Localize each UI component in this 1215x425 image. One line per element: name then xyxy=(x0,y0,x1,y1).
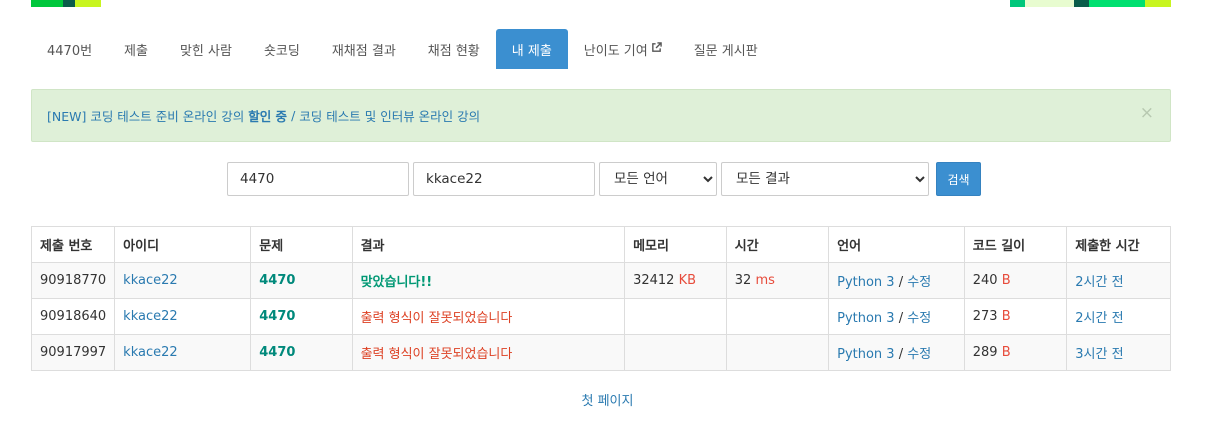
tab-label: 채점 현황 xyxy=(427,43,480,59)
code-length-unit: B xyxy=(1001,345,1011,360)
problem-id-input[interactable] xyxy=(227,162,409,196)
search-form: 모든 언어 모든 결과 검색 xyxy=(227,162,981,196)
language-link[interactable]: Python 3 xyxy=(837,275,894,290)
user-id-input[interactable] xyxy=(413,162,595,196)
header-submission-id: 제출 번호 xyxy=(30,226,116,263)
tab-submit[interactable]: 제출 xyxy=(108,29,164,69)
submitted-time-link[interactable]: 2시간 전 xyxy=(1075,311,1123,326)
problem-link[interactable]: 4470 xyxy=(259,309,295,324)
language-separator: / xyxy=(898,347,904,362)
tab-accepted-users[interactable]: 맞힌 사람 xyxy=(164,29,248,69)
user-link[interactable]: kkace22 xyxy=(123,309,177,324)
code-length-value: 289 xyxy=(972,345,998,360)
header-time: 시간 xyxy=(725,226,830,263)
header-decoration-right xyxy=(1010,0,1171,7)
table-row: 90917997 kkace22 4470 출력 형식이 잘못되었습니다 Pyt… xyxy=(30,334,1171,371)
tab-question-board[interactable]: 질문 게시판 xyxy=(678,29,774,69)
tab-difficulty-contribution[interactable]: 난이도 기여 xyxy=(568,29,678,69)
header-problem: 문제 xyxy=(250,226,353,263)
submission-id: 90918770 xyxy=(30,262,116,299)
language-select[interactable]: 모든 언어 xyxy=(599,162,717,196)
close-icon[interactable]: × xyxy=(1140,103,1154,123)
result-select[interactable]: 모든 결과 xyxy=(721,162,929,196)
tab-judge-status[interactable]: 채점 현황 xyxy=(412,29,496,69)
submission-id: 90918640 xyxy=(30,298,116,335)
code-length-value: 240 xyxy=(972,273,998,288)
edit-link[interactable]: 수정 xyxy=(907,347,931,362)
result-text: 맞았습니다!! xyxy=(360,275,433,290)
memory-unit: KB xyxy=(678,273,697,288)
header-language: 언어 xyxy=(828,226,965,263)
language-separator: / xyxy=(898,275,904,290)
promo-link-interview[interactable]: 코딩 테스트 및 인터뷰 온라인 강의 xyxy=(299,106,480,125)
promo-separator: / xyxy=(291,108,296,123)
code-length-unit: B xyxy=(1001,309,1011,324)
time-value: 32 xyxy=(734,273,752,288)
edit-link[interactable]: 수정 xyxy=(907,311,931,326)
external-link-icon xyxy=(651,42,662,56)
tab-label: 제출 xyxy=(124,43,148,59)
header-result: 결과 xyxy=(351,226,626,263)
user-link[interactable]: kkace22 xyxy=(123,345,177,360)
tab-label: 내 제출 xyxy=(511,43,552,59)
tab-label: 4470번 xyxy=(47,43,93,59)
memory-value: 32412 xyxy=(633,273,675,288)
problem-link[interactable]: 4470 xyxy=(259,345,295,360)
submitted-time-link[interactable]: 2시간 전 xyxy=(1075,275,1123,290)
promo-alert: [NEW] 코딩 테스트 준비 온라인 강의 할인 중 / 코딩 테스트 및 인… xyxy=(31,89,1171,142)
tab-label: 숏코딩 xyxy=(263,43,300,59)
submission-id: 90917997 xyxy=(30,334,116,371)
code-length-value: 273 xyxy=(972,309,998,324)
promo-link-course[interactable]: [NEW] 코딩 테스트 준비 온라인 강의 할인 중 xyxy=(47,106,287,125)
language-link[interactable]: Python 3 xyxy=(837,347,894,362)
language-separator: / xyxy=(898,311,904,326)
header-user-id: 아이디 xyxy=(114,226,252,263)
user-link[interactable]: kkace22 xyxy=(123,273,177,288)
problem-tabs: 4470번 제출 맞힌 사람 숏코딩 재채점 결과 채점 현황 내 제출 난이도… xyxy=(31,29,774,69)
header-code-length: 코드 길이 xyxy=(963,226,1068,263)
promo-bold-text: 할인 중 xyxy=(248,109,288,124)
edit-link[interactable]: 수정 xyxy=(907,275,931,290)
table-row: 90918770 kkace22 4470 맞았습니다!! 32412 KB 3… xyxy=(30,262,1171,299)
header-decoration-left xyxy=(31,0,101,7)
tab-label: 난이도 기여 xyxy=(583,43,648,59)
header-submitted-time: 제출한 시간 xyxy=(1066,226,1171,263)
problem-link[interactable]: 4470 xyxy=(259,273,295,288)
language-link[interactable]: Python 3 xyxy=(837,311,894,326)
result-text: 출력 형식이 잘못되었습니다 xyxy=(360,311,513,326)
result-text: 출력 형식이 잘못되었습니다 xyxy=(360,347,513,362)
first-page-link[interactable]: 첫 페이지 xyxy=(582,394,634,409)
tab-problem[interactable]: 4470번 xyxy=(31,29,108,69)
pagination: 첫 페이지 xyxy=(0,390,1215,409)
tab-rejudge-results[interactable]: 재채점 결과 xyxy=(316,29,412,69)
promo-text: [NEW] 코딩 테스트 준비 온라인 강의 xyxy=(47,109,249,124)
tab-label: 맞힌 사람 xyxy=(179,43,232,59)
table-header-row: 제출 번호 아이디 문제 결과 메모리 시간 언어 코드 길이 제출한 시간 xyxy=(30,226,1171,263)
submitted-time-link[interactable]: 3시간 전 xyxy=(1075,347,1123,362)
code-length-unit: B xyxy=(1001,273,1011,288)
search-button[interactable]: 검색 xyxy=(936,162,981,196)
status-table: 제출 번호 아이디 문제 결과 메모리 시간 언어 코드 길이 제출한 시간 9… xyxy=(30,226,1171,371)
time-unit: ms xyxy=(755,273,775,288)
tab-my-submissions[interactable]: 내 제출 xyxy=(495,29,568,69)
header-memory: 메모리 xyxy=(624,226,727,263)
tab-label: 재채점 결과 xyxy=(331,43,396,59)
table-row: 90918640 kkace22 4470 출력 형식이 잘못되었습니다 Pyt… xyxy=(30,298,1171,335)
tab-label: 질문 게시판 xyxy=(693,43,758,59)
tab-short-coding[interactable]: 숏코딩 xyxy=(248,29,316,69)
